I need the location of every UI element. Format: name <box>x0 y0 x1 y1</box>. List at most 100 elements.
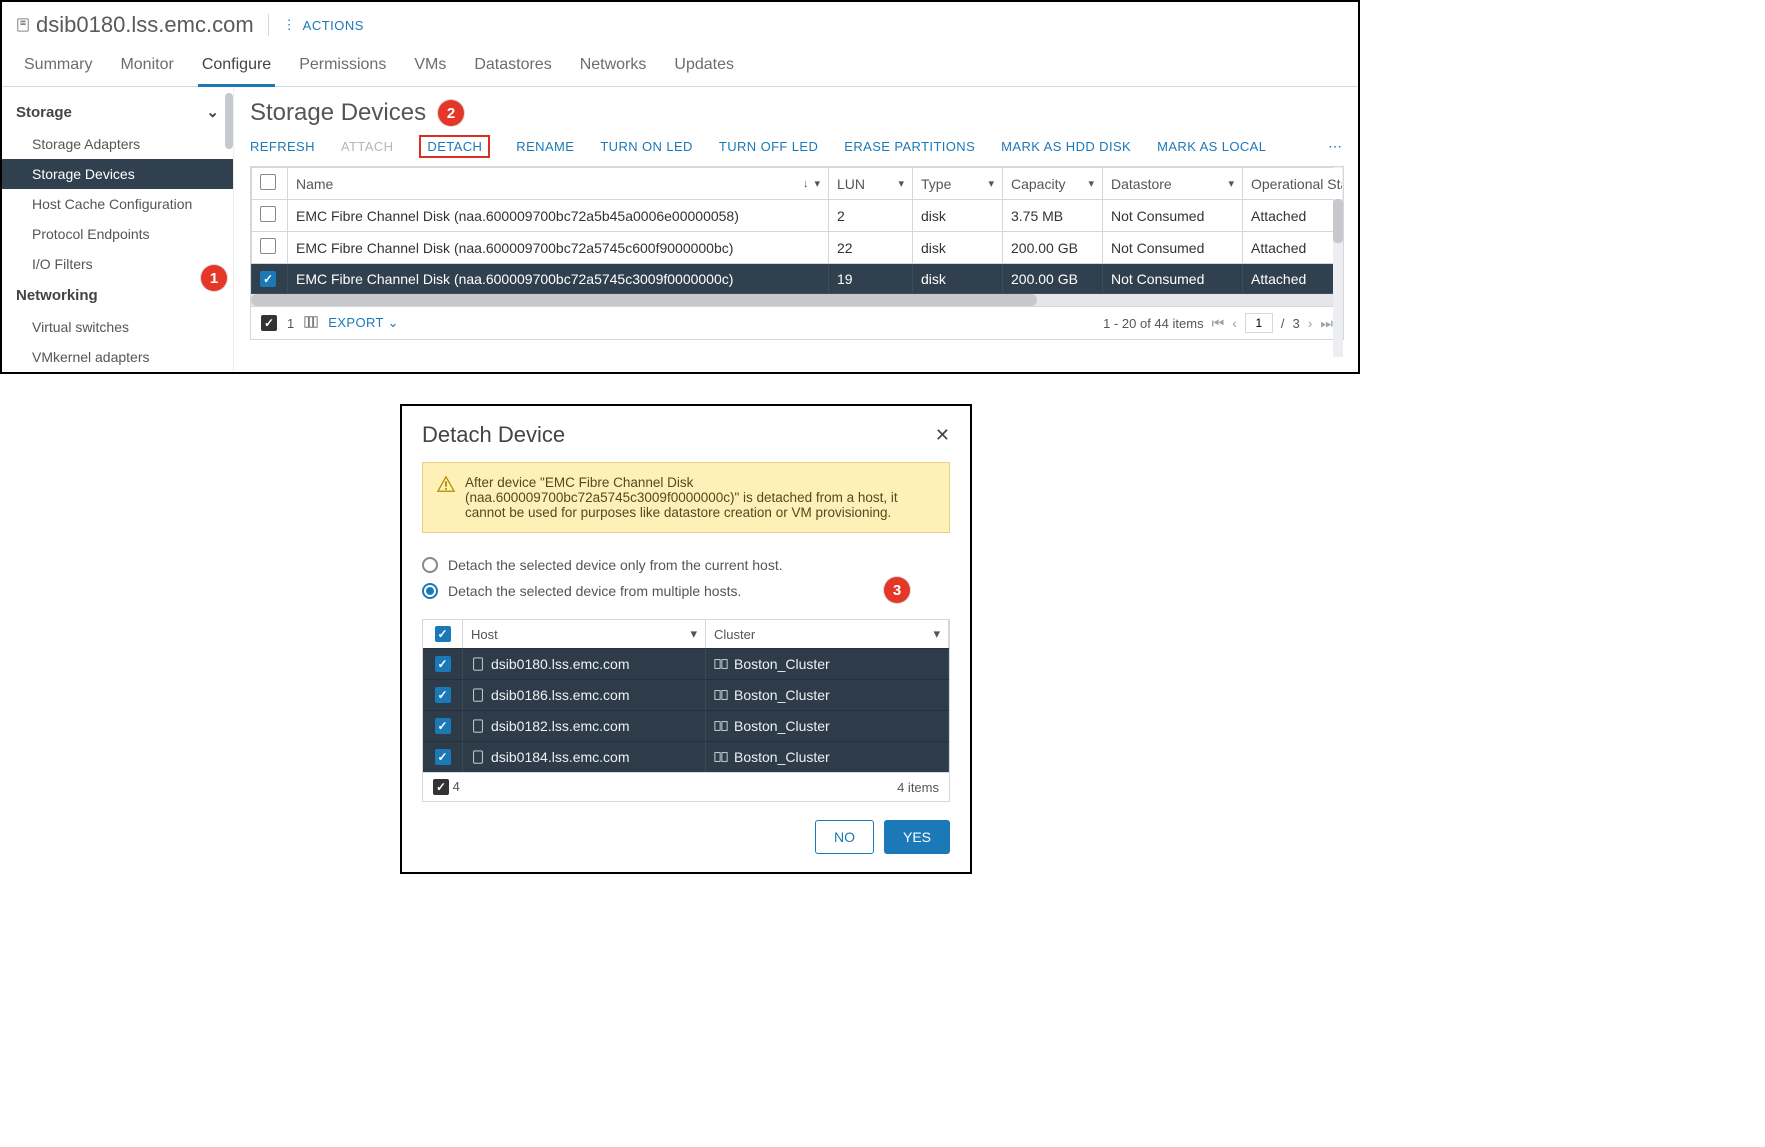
sb-head-storage-label: Storage <box>16 104 72 121</box>
check-all-icon[interactable] <box>435 626 451 642</box>
filter-icon[interactable]: ▾ <box>988 177 994 190</box>
pager-first[interactable]: ⏮ <box>1212 315 1225 332</box>
row-checkbox[interactable] <box>435 718 451 734</box>
tab-monitor[interactable]: Monitor <box>116 46 177 86</box>
sb-head-networking[interactable]: Networking <box>2 279 233 312</box>
host-title: dsib0180.lss.emc.com <box>16 12 254 38</box>
pager-prev[interactable]: ‹ <box>1232 315 1237 331</box>
hosts-selected-count: 4 <box>453 779 460 794</box>
sort-down-icon[interactable]: ↓ <box>803 178 809 190</box>
sidebar-item-vmkernel-adapters[interactable]: VMkernel adapters <box>2 342 233 372</box>
col-lun[interactable]: LUN▾ <box>829 168 913 200</box>
columns-icon[interactable] <box>304 315 318 332</box>
cell-opstate: Attached <box>1243 232 1343 264</box>
pager-sep: / <box>1281 316 1285 331</box>
cell-host: dsib0184.lss.emc.com <box>491 749 630 765</box>
col-datastore-label: Datastore <box>1111 176 1172 192</box>
titlebar: dsib0180.lss.emc.com ⋮ ACTIONS <box>2 2 1358 46</box>
btn-detach[interactable]: DETACH <box>419 135 490 158</box>
pager-page-input[interactable] <box>1245 313 1273 333</box>
col-opstate[interactable]: Operational State <box>1243 168 1343 200</box>
sidebar-item-virtual-switches[interactable]: Virtual switches <box>2 312 233 342</box>
sidebar-item-storage-adapters[interactable]: Storage Adapters <box>2 129 233 159</box>
col-check-all[interactable] <box>252 168 288 200</box>
tab-vms[interactable]: VMs <box>410 46 450 86</box>
filter-icon[interactable]: ▾ <box>814 177 820 190</box>
hosts-row[interactable]: dsib0186.lss.emc.com Boston_Cluster <box>423 679 949 710</box>
sidebar-scrollbar[interactable] <box>225 93 233 149</box>
row-checkbox[interactable] <box>435 656 451 672</box>
yes-button[interactable]: YES <box>884 820 950 854</box>
btn-mark-local[interactable]: MARK AS LOCAL <box>1157 137 1266 156</box>
pager-next[interactable]: › <box>1308 315 1313 331</box>
export-btn[interactable]: EXPORT ⌄ <box>328 313 399 333</box>
tab-permissions[interactable]: Permissions <box>295 46 390 86</box>
col-capacity[interactable]: Capacity▾ <box>1003 168 1103 200</box>
col-check-all[interactable] <box>423 620 463 648</box>
warning-icon <box>437 475 455 520</box>
cell-cluster: Boston_Cluster <box>734 749 830 765</box>
row-checkbox[interactable] <box>435 687 451 703</box>
pager-last[interactable]: ⏭ <box>1320 315 1333 332</box>
tab-datastores[interactable]: Datastores <box>470 46 555 86</box>
btn-turn-off-led[interactable]: TURN OFF LED <box>719 137 818 156</box>
toolbar-more-icon[interactable]: ⋯ <box>1328 138 1344 155</box>
btn-mark-hdd[interactable]: MARK AS HDD DISK <box>1001 137 1131 156</box>
cell-name: EMC Fibre Channel Disk (naa.600009700bc7… <box>288 232 829 264</box>
col-datastore[interactable]: Datastore ▾ <box>1103 168 1243 200</box>
cell-lun: 22 <box>829 232 913 264</box>
row-checkbox[interactable] <box>260 271 276 287</box>
table-hscrollbar[interactable] <box>251 294 1343 306</box>
table-row[interactable]: EMC Fibre Channel Disk (naa.600009700bc7… <box>252 200 1343 232</box>
cell-type: disk <box>913 200 1003 232</box>
cell-datastore: Not Consumed <box>1103 264 1243 294</box>
radio-multi-hosts[interactable]: Detach the selected device from multiple… <box>422 583 950 599</box>
btn-turn-on-led[interactable]: TURN ON LED <box>600 137 693 156</box>
dialog-header: Detach Device ✕ <box>422 422 950 448</box>
radio-current-host[interactable]: Detach the selected device only from the… <box>422 557 950 573</box>
col-cluster[interactable]: Cluster ▾ <box>706 620 949 648</box>
col-host[interactable]: Host▾ <box>463 620 706 648</box>
hosts-row[interactable]: dsib0182.lss.emc.com Boston_Cluster <box>423 710 949 741</box>
tab-configure[interactable]: Configure <box>198 46 275 87</box>
device-table: Name↓▾ LUN▾ Type▾ Capacity▾ Datastore▾ O… <box>250 166 1344 340</box>
row-checkbox[interactable] <box>260 206 276 222</box>
row-checkbox[interactable] <box>260 238 276 254</box>
hosts-footer: 4 4 items <box>423 772 949 801</box>
cell-cluster: Boston_Cluster <box>734 718 830 734</box>
dialog-footer: NO YES <box>422 820 950 854</box>
check-all-icon[interactable] <box>260 174 276 190</box>
sidebar-item-io-filters[interactable]: I/O Filters <box>2 249 233 279</box>
sidebar-item-host-cache[interactable]: Host Cache Configuration <box>2 189 233 219</box>
filter-icon[interactable]: ▾ <box>690 626 697 642</box>
row-checkbox[interactable] <box>435 749 451 765</box>
hosts-row[interactable]: dsib0184.lss.emc.com Boston_Cluster <box>423 741 949 772</box>
footer-selected-count: 1 <box>287 316 294 331</box>
tab-summary[interactable]: Summary <box>20 46 96 86</box>
filter-icon[interactable]: ▾ <box>1088 177 1094 190</box>
filter-icon[interactable]: ▾ <box>1228 177 1234 190</box>
btn-erase-partitions[interactable]: ERASE PARTITIONS <box>844 137 975 156</box>
col-cluster-label: Cluster <box>714 627 755 642</box>
col-type[interactable]: Type▾ <box>913 168 1003 200</box>
hosts-row[interactable]: dsib0180.lss.emc.com Boston_Cluster <box>423 648 949 679</box>
filter-icon[interactable]: ▾ <box>933 626 940 642</box>
tab-networks[interactable]: Networks <box>576 46 651 86</box>
table-row[interactable]: EMC Fibre Channel Disk (naa.600009700bc7… <box>252 232 1343 264</box>
sidebar-item-storage-devices[interactable]: Storage Devices <box>2 159 233 189</box>
sb-head-networking-label: Networking <box>16 287 98 304</box>
no-button[interactable]: NO <box>815 820 874 854</box>
actions-menu[interactable]: ⋮ ACTIONS <box>283 17 364 33</box>
btn-rename[interactable]: RENAME <box>516 137 574 156</box>
table-row-selected[interactable]: EMC Fibre Channel Disk (naa.600009700bc7… <box>252 264 1343 294</box>
tab-updates[interactable]: Updates <box>670 46 738 86</box>
cell-capacity: 3.75 MB <box>1003 200 1103 232</box>
radio-icon <box>422 557 438 573</box>
main-panel: Storage Devices 2 REFRESH ATTACH DETACH … <box>234 87 1358 372</box>
btn-refresh[interactable]: REFRESH <box>250 137 315 156</box>
sidebar-item-protocol-endpoints[interactable]: Protocol Endpoints <box>2 219 233 249</box>
col-name[interactable]: Name↓▾ <box>288 168 829 200</box>
filter-icon[interactable]: ▾ <box>898 177 904 190</box>
sb-head-storage[interactable]: Storage ⌄ <box>2 95 233 129</box>
close-icon[interactable]: ✕ <box>935 425 950 446</box>
